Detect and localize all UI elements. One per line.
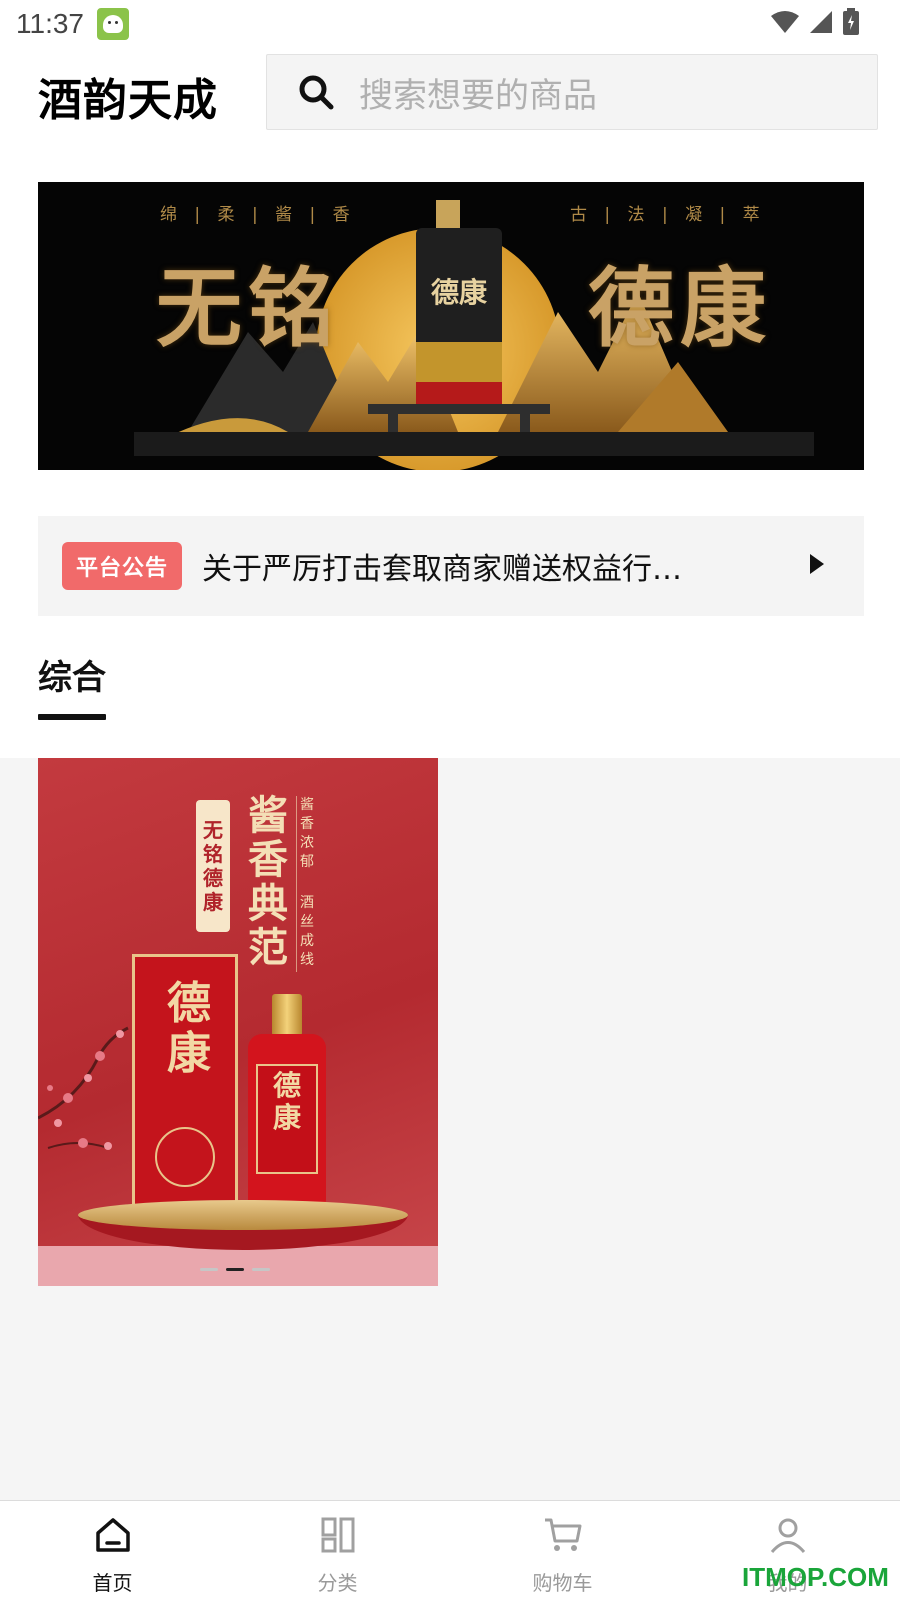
bottle-title: 德康 [272,1069,301,1134]
search-icon [299,75,334,110]
battery-icon [843,8,859,35]
banner-brand-left: 无铭 [156,258,340,359]
announcement-text[interactable]: 关于严厉打击套取商家赠送权益行… [202,544,722,588]
podium-top [78,1200,408,1230]
banner-tagline-right: 古 | 法 | 凝 | 萃 [570,205,766,225]
nav-home-label: 首页 [92,1571,133,1595]
gift-box: 德康 [132,954,238,1210]
carousel-indicator [200,1268,270,1271]
status-time: 11:37 [16,8,84,39]
slogan-divider [296,796,297,972]
liquor-bottle: 德康 [248,994,326,1206]
nav-category[interactable]: 分类 [225,1501,450,1600]
carousel-dot[interactable] [200,1268,218,1271]
product-feed: 无铭德康 酱香典范 酱香浓郁 酒丝成线 德康 德康 [0,758,900,1500]
product-slogan-vertical: 酱香典范 [248,792,288,971]
announcement-bar[interactable]: 平台公告 关于严厉打击套取商家赠送权益行… [38,516,864,616]
promo-banner[interactable]: 德康 绵 | 柔 | 酱 | 香 古 | 法 | 凝 | 萃 无铭 德康 [38,182,864,470]
header: 酒韵天成 搜索想要的商品 [0,54,900,130]
nav-home[interactable]: 首页 [0,1501,225,1600]
user-icon [770,1518,806,1554]
search-placeholder: 搜索想要的商品 [359,75,597,116]
product-brand-vertical: 无铭德康 [203,818,223,914]
home-icon [96,1518,130,1552]
bottle-cap [272,994,302,1036]
product-subtitle-a: 酱香浓郁 [300,797,314,870]
watermark: ITMOP.COM [742,1562,889,1592]
gift-box-title: 德康 [167,978,211,1079]
svg-text:德康: 德康 [431,276,488,309]
announcement-badge: 平台公告 [62,542,182,590]
cart-icon [545,1518,582,1551]
notification-app-icon [97,8,129,40]
app-title: 酒韵天成 [38,75,218,126]
banner-brand-right: 德康 [588,258,772,359]
tab-active-indicator [38,714,106,720]
status-bar: 11:37 [0,0,900,50]
nav-category-label: 分类 [317,1571,358,1595]
cellular-signal-icon [810,11,832,33]
carousel-dot[interactable] [252,1268,270,1271]
product-card[interactable]: 无铭德康 酱香典范 酱香浓郁 酒丝成线 德康 德康 [38,758,438,1286]
tab-general[interactable]: 综合 [38,650,106,699]
plum-branch-decoration [38,1026,129,1150]
product-subtitle-b: 酒丝成线 [300,895,314,968]
grid-icon [321,1517,355,1553]
search-input[interactable]: 搜索想要的商品 [266,54,878,130]
play-arrow-icon[interactable] [810,554,824,574]
product-floor [38,1246,438,1286]
gift-box-seal-icon [155,1127,215,1187]
status-icons [770,8,860,36]
banner-tagline-left: 绵 | 柔 | 酱 | 香 [160,205,356,225]
carousel-dot-active[interactable] [226,1268,244,1271]
nav-cart-label: 购物车 [532,1571,593,1595]
nav-cart[interactable]: 购物车 [450,1501,675,1600]
wifi-icon [771,11,799,33]
